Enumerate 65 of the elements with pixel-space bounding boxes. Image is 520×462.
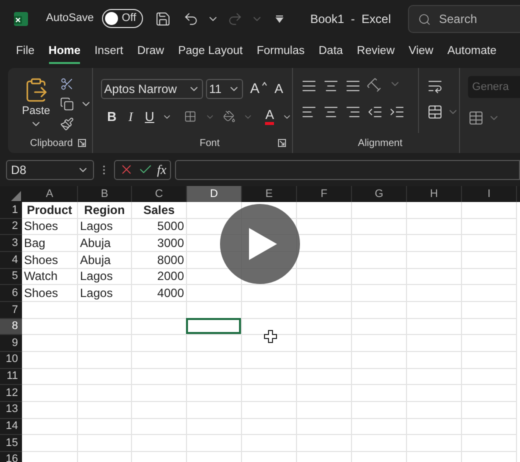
ribbon-tab[interactable]: View <box>408 42 434 64</box>
increase-font-button[interactable]: A <box>250 78 260 99</box>
decrease-font-button[interactable]: A <box>274 78 284 98</box>
ribbon-tab[interactable]: Data <box>318 42 343 64</box>
row-header[interactable]: 8 <box>0 318 22 336</box>
ribbon-tab[interactable]: Review <box>356 42 395 64</box>
sheet-cell[interactable]: Lagos <box>78 268 132 286</box>
cell-reference: D8 <box>11 162 26 178</box>
sheet-cell[interactable]: 4000 <box>132 285 187 302</box>
autosave-label: AutoSave <box>46 11 94 26</box>
column-header[interactable]: D <box>187 186 242 202</box>
font-name-dropdown[interactable]: Aptos Narrow <box>101 78 204 98</box>
sheet-cell[interactable]: 8000 <box>132 252 187 269</box>
window-title: Book1 - Excel <box>310 10 391 28</box>
sheet-cell[interactable]: Lagos <box>78 218 132 236</box>
row-header[interactable]: 14 <box>0 418 22 436</box>
sheet-cell[interactable]: Shoes <box>22 252 78 269</box>
row-header[interactable]: 12 <box>0 385 22 402</box>
font-size: 11 <box>209 80 222 98</box>
autosave-toggle[interactable]: Off <box>102 9 144 28</box>
row-header[interactable]: 6 <box>0 285 22 302</box>
sheet-cell[interactable]: Watch <box>22 268 78 286</box>
font-size-dropdown[interactable]: 11 <box>206 78 244 98</box>
ribbon-tab[interactable]: Page Layout <box>178 42 243 64</box>
bold-button[interactable]: B <box>107 107 117 126</box>
row-header[interactable]: 1 <box>0 202 22 219</box>
row-header[interactable]: 3 <box>0 235 22 252</box>
italic-button[interactable]: I <box>128 107 133 126</box>
sheet-cell[interactable]: Product <box>22 202 78 219</box>
row-header[interactable]: 11 <box>0 368 22 386</box>
sheet-cell[interactable]: Abuja <box>78 252 132 269</box>
sheet-cell[interactable]: Shoes <box>22 218 78 236</box>
ribbon-tab[interactable]: Insert <box>94 42 124 64</box>
ribbon-tab[interactable]: File <box>16 42 35 64</box>
row-header[interactable]: 2 <box>0 218 22 236</box>
ribbon-tab[interactable]: Home <box>48 42 80 64</box>
row-header[interactable]: 10 <box>0 352 22 369</box>
sheet-cell[interactable]: 5000 <box>132 218 187 236</box>
sheet-cell[interactable]: Abuja <box>78 235 132 252</box>
sheet-cell[interactable]: Region <box>78 202 132 219</box>
font-color-button[interactable]: A <box>265 108 274 126</box>
sheet-cell[interactable]: 2000 <box>132 268 187 286</box>
font-name: Aptos Narrow <box>104 80 177 98</box>
sheet-cell[interactable]: Shoes <box>22 285 78 302</box>
ribbon-tab[interactable]: Automate <box>447 42 497 64</box>
group-label: Clipboard <box>30 136 73 150</box>
underline-button[interactable]: U <box>144 107 154 126</box>
row-header[interactable]: 9 <box>0 335 22 352</box>
paste-button[interactable]: Paste <box>22 75 50 133</box>
row-header[interactable]: 4 <box>0 252 22 269</box>
ribbon-tab[interactable]: Formulas <box>256 42 305 64</box>
row-header[interactable]: 5 <box>0 268 22 286</box>
sheet-cell[interactable]: Bag <box>22 235 78 252</box>
group-label: Font <box>200 136 220 150</box>
ribbon-tab[interactable]: Draw <box>137 42 164 64</box>
insert-function-button[interactable]: fx <box>157 160 166 180</box>
row-header[interactable]: 15 <box>0 435 22 452</box>
group-label: Alignment <box>358 136 402 150</box>
row-header[interactable]: 7 <box>0 302 22 319</box>
row-header[interactable]: 13 <box>0 402 22 419</box>
sheet-cell[interactable]: Lagos <box>78 285 132 302</box>
search-field[interactable]: Search <box>408 4 520 32</box>
sheet-cell[interactable]: 3000 <box>132 235 187 252</box>
name-box[interactable]: D8 <box>6 160 94 180</box>
sheet-cell[interactable]: Sales <box>132 202 187 219</box>
